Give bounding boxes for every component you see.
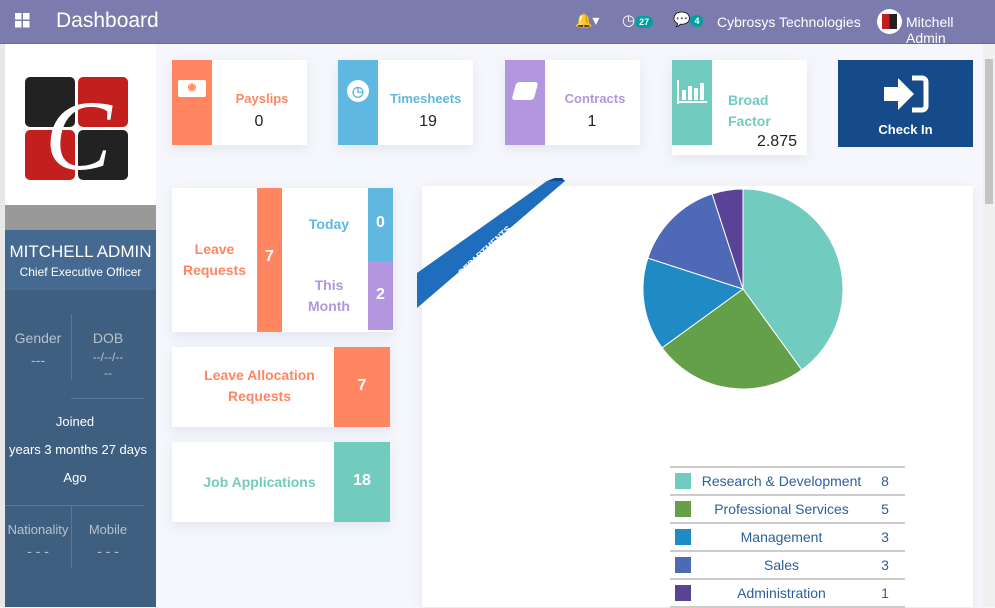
company-logo: C [5, 44, 156, 205]
profile-header: MITCHELL ADMIN Chief Executive Officer [5, 230, 156, 290]
company-switcher[interactable]: Cybrosys Technologies [717, 14, 861, 30]
legend-row: Administration 1 [670, 578, 905, 607]
apps-menu-icon[interactable] [15, 13, 30, 28]
nationality-field: Nationality - - - [7, 522, 69, 559]
departments-ribbon: DEPARTMENTS [417, 178, 565, 308]
cover-band [5, 205, 156, 230]
notifications-bell-icon[interactable]: 🔔▾ [575, 12, 599, 29]
tile-value: 19 [419, 113, 437, 130]
legend-label: Management [698, 522, 865, 551]
leave-allocation-count: 7 [357, 377, 367, 394]
check-in-label: Check In [878, 122, 933, 137]
legend-value: 1 [865, 578, 905, 607]
clock-icon: ◷ [347, 80, 369, 102]
this-month-label: This Month [308, 277, 350, 314]
legend-swatch [675, 585, 691, 601]
legend-value: 8 [865, 466, 905, 495]
scrollbar[interactable] [983, 44, 995, 607]
svg-text:C: C [45, 80, 113, 183]
legend-label: Professional Services [698, 494, 865, 523]
bar-chart-icon [677, 80, 707, 104]
joined-field: Joined years 3 months 27 days Ago [8, 414, 148, 485]
timesheets-tile[interactable]: ◷ Timesheets 19 [338, 60, 473, 145]
legend-swatch [675, 501, 691, 517]
sign-in-icon [884, 75, 929, 113]
tile-value: 0 [254, 113, 264, 130]
check-in-button[interactable]: Check In [838, 60, 973, 147]
legend-row: Research & Development 8 [670, 466, 905, 495]
tile-value: 1 [587, 113, 597, 130]
job-applications-count: 18 [353, 472, 371, 489]
messages-icon[interactable]: 💬 4 [673, 11, 704, 28]
legend-row: Management 3 [670, 522, 905, 551]
legend-value: 3 [865, 550, 905, 579]
today-label: Today [308, 216, 350, 232]
messages-badge: 4 [690, 15, 704, 27]
legend-value: 3 [865, 522, 905, 551]
broad-factor-tile[interactable]: Broad Factor 2.875 [672, 60, 807, 155]
payslips-tile[interactable]: ◉ Payslips 0 [172, 60, 307, 145]
legend-swatch [675, 557, 691, 573]
job-applications-label: Job Applications [203, 474, 316, 490]
mobile-field: Mobile - - - [88, 522, 128, 559]
tile-label: Timesheets [390, 91, 462, 106]
this-month-count: 2 [376, 286, 385, 303]
legend-row: Professional Services 5 [670, 494, 905, 523]
legend-swatch [675, 529, 691, 545]
departments-legend: Research & Development 8 Professional Serv… [670, 466, 905, 608]
leave-allocation-label: Leave Allocation Requests [204, 367, 315, 404]
activity-badge: 27 [635, 16, 654, 28]
today-count: 0 [376, 214, 385, 231]
tile-label: Contracts [564, 91, 626, 106]
legend-row: Sales 3 [670, 550, 905, 579]
contracts-tile[interactable]: Contracts 1 [505, 60, 640, 145]
book-icon [511, 82, 539, 100]
job-applications-card[interactable]: Job Applications 18 [172, 442, 390, 522]
employee-job-title: Chief Executive Officer [19, 265, 142, 279]
profile-sidebar: C MITCHELL ADMIN Chief Executive Officer… [5, 44, 156, 607]
legend-label: Sales [698, 550, 865, 579]
top-navbar: Dashboard 🔔▾ ◷ 27 💬 4 Cybrosys Technologie… [0, 0, 995, 46]
leave-requests-count: 7 [265, 248, 274, 265]
leave-allocation-card[interactable]: Leave Allocation Requests 7 [172, 347, 390, 427]
legend-label: Administration [698, 578, 865, 607]
leave-requests-label: Leave Requests [182, 241, 247, 278]
legend-value: 5 [865, 494, 905, 523]
tile-label: Payslips [235, 91, 289, 106]
page-title: Dashboard [56, 9, 159, 32]
tile-label: Broad Factor [728, 92, 771, 129]
gender-field: Gender --- [14, 330, 62, 368]
legend-label: Research & Development [698, 466, 865, 495]
leave-requests-card[interactable]: Leave Requests 7 Today 0 This Month 2 [172, 188, 393, 332]
tile-value: 2.875 [756, 133, 797, 150]
dob-field: DOB --/--/-- -- [92, 330, 124, 380]
user-avatar[interactable] [877, 9, 902, 34]
user-menu[interactable]: Mitchell Admin [906, 14, 995, 46]
activity-icon[interactable]: ◷ 27 [622, 11, 654, 29]
money-icon: ◉ [178, 80, 206, 97]
employee-name: MITCHELL ADMIN [9, 242, 152, 261]
legend-swatch [675, 473, 691, 489]
